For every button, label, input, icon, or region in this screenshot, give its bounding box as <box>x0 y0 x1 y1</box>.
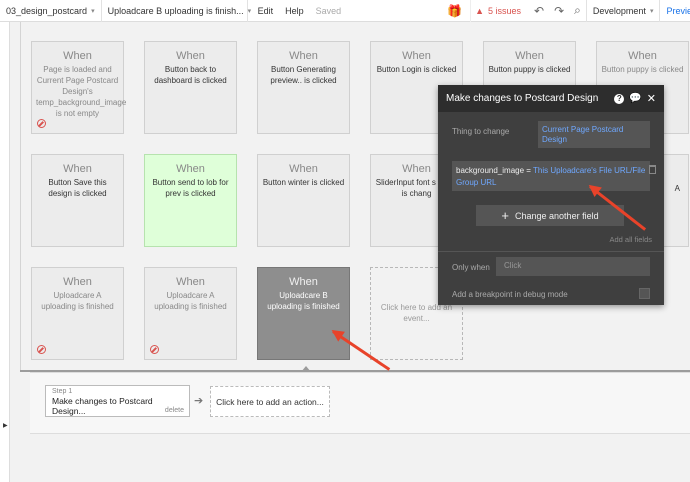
event-description: Uploadcare A uploading is finished <box>41 291 114 311</box>
event-description: Button send to lob for prev is clicked <box>152 178 229 198</box>
left-rail: ▶ <box>0 22 10 482</box>
divider <box>438 251 664 252</box>
issues-button[interactable]: ▲ 5 issues <box>470 0 529 22</box>
event-card[interactable]: When Button Save this design is clicked <box>31 154 124 247</box>
event-card[interactable]: When Uploadcare A uploading is finished <box>144 267 237 360</box>
menu-help[interactable]: Help <box>279 6 310 16</box>
event-description: Button puppy is clicked <box>601 65 684 74</box>
event-description: Button back to dashboard is clicked <box>154 65 227 85</box>
collapse-arrow-icon[interactable]: ▶ <box>3 422 8 429</box>
event-when: When <box>63 276 92 288</box>
event-description: Uploadcare B uploading is finished <box>267 291 340 311</box>
menu-edit[interactable]: Edit <box>248 6 280 16</box>
breakpoint-label: Add a breakpoint in debug mode <box>452 290 568 299</box>
add-event-label: Click here to add an event... <box>380 303 453 323</box>
event-when: When <box>289 276 318 288</box>
event-card[interactable]: When Button back to dashboard is clicked <box>144 41 237 134</box>
event-when: When <box>515 50 544 62</box>
add-all-fields-link[interactable]: Add all fields <box>609 235 652 244</box>
disabled-icon <box>37 345 46 354</box>
delete-step-link[interactable]: delete <box>165 407 184 414</box>
event-description: Button Generating preview.. is clicked <box>270 65 337 85</box>
event-when: When <box>402 50 431 62</box>
event-description: Page is loaded and Current Page Postcard… <box>36 65 127 118</box>
event-card-selected[interactable]: When Uploadcare B uploading is finished <box>257 267 350 360</box>
event-card[interactable]: When Button winter is clicked <box>257 154 350 247</box>
action-property-panel: Make changes to Postcard Design ? 💬 ✕ Th… <box>438 85 664 305</box>
event-card[interactable]: When Button send to lob for prev is clic… <box>144 154 237 247</box>
only-when-label: Only when <box>452 263 490 272</box>
event-description: Button puppy is clicked <box>488 65 571 74</box>
plus-icon: + <box>501 208 510 223</box>
panel-title: Make changes to Postcard Design <box>446 93 599 104</box>
only-when-placeholder: Click <box>504 261 522 270</box>
disabled-icon <box>37 119 46 128</box>
event-description: Button Save this design is clicked <box>48 178 107 198</box>
thing-to-change-label: Thing to change <box>452 127 510 136</box>
event-when: When <box>63 163 92 175</box>
change-another-field-label: Change another field <box>515 210 599 221</box>
event-select[interactable]: Uploadcare B uploading is finish... ▾ <box>102 0 251 22</box>
warning-icon: ▲ <box>475 5 485 16</box>
chevron-down-icon: ▾ <box>649 7 654 15</box>
event-name: Uploadcare B uploading is finish... <box>107 5 244 16</box>
event-when: When <box>176 50 205 62</box>
step-1-card[interactable]: Step 1 Make changes to Postcard Design..… <box>45 385 190 417</box>
step-number: Step 1 <box>52 388 73 395</box>
change-another-field-button[interactable]: + Change another field <box>476 205 624 226</box>
help-icon[interactable]: ? <box>614 93 625 104</box>
event-when: When <box>289 163 318 175</box>
page-select[interactable]: 03_design_postcard ▾ <box>0 0 102 22</box>
page-name: 03_design_postcard <box>6 5 88 16</box>
event-card[interactable]: When Uploadcare A uploading is finished <box>31 267 124 360</box>
comment-icon[interactable]: 💬 <box>629 93 641 104</box>
event-when: When <box>63 50 92 62</box>
event-description: Button Login is clicked <box>376 65 457 74</box>
add-action-button[interactable]: Click here to add an action... <box>210 386 330 417</box>
gift-icon[interactable]: 🎁 <box>439 4 470 18</box>
thing-to-change-value: Current Page Postcard Design <box>542 125 624 144</box>
panel-header: Make changes to Postcard Design ? 💬 ✕ <box>438 85 664 112</box>
step-title: Make changes to Postcard Design... <box>52 396 153 416</box>
event-card[interactable]: When Page is loaded and Current Page Pos… <box>31 41 127 134</box>
preview-link[interactable]: Previe <box>660 6 690 16</box>
search-icon[interactable]: ⌕ <box>569 3 586 18</box>
field-assignment-row[interactable]: background_image = This Uploadcare's Fil… <box>452 161 650 191</box>
event-when: When <box>176 163 205 175</box>
event-description: Uploadcare A uploading is finished <box>154 291 227 311</box>
event-when: When <box>176 276 205 288</box>
arrow-right-icon: ➔ <box>194 395 204 407</box>
event-description: Button winter is clicked <box>262 178 345 187</box>
event-when: When <box>289 50 318 62</box>
undo-icon[interactable]: ↶ <box>529 4 549 18</box>
environment-name: Development <box>592 5 646 16</box>
event-card[interactable]: When Button Generating preview.. is clic… <box>257 41 350 134</box>
issues-count: 5 issues <box>488 5 522 16</box>
environment-select[interactable]: Development ▾ <box>585 0 661 22</box>
disabled-icon <box>150 345 159 354</box>
only-when-input[interactable]: Click <box>496 257 650 276</box>
field-name: background_image = <box>456 166 531 175</box>
top-bar: 03_design_postcard ▾ Uploadcare B upload… <box>0 0 690 22</box>
redo-icon[interactable]: ↷ <box>549 4 569 18</box>
save-status: Saved <box>315 5 342 16</box>
chevron-down-icon: ▾ <box>91 7 95 15</box>
divider <box>20 22 21 372</box>
thing-to-change-field[interactable]: Current Page Postcard Design <box>538 121 650 148</box>
breakpoint-checkbox[interactable] <box>639 288 650 299</box>
event-when: When <box>628 50 657 62</box>
add-action-label: Click here to add an action... <box>216 396 324 407</box>
trash-icon[interactable] <box>649 165 656 174</box>
close-icon[interactable]: ✕ <box>647 92 656 105</box>
